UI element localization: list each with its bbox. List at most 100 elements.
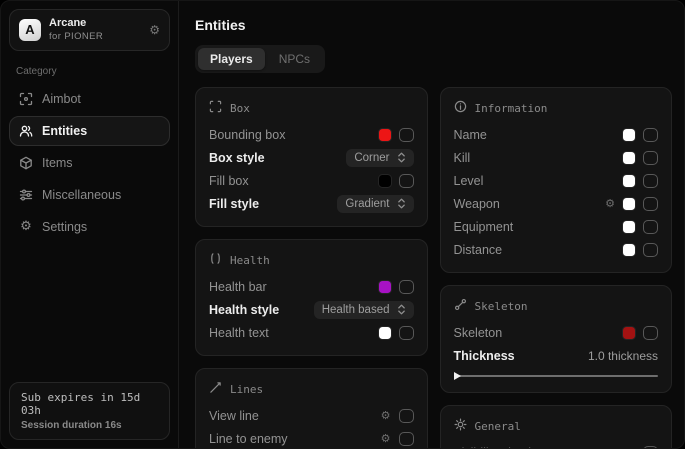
session-duration-text: Session duration 16s: [21, 420, 158, 431]
setting-row-level: Level: [454, 169, 659, 192]
setting-row-kill: Kill: [454, 146, 659, 169]
color-swatch[interactable]: [379, 327, 391, 339]
thickness-slider[interactable]: [454, 371, 659, 381]
color-swatch[interactable]: [379, 281, 391, 293]
setting-row-fill-box: Fill box: [209, 169, 414, 192]
color-swatch[interactable]: [379, 175, 391, 187]
checkbox[interactable]: [399, 128, 414, 142]
checkbox[interactable]: [399, 409, 414, 423]
setting-row-distance: Distance: [454, 238, 659, 261]
subscription-card: Sub expires in 15d 03h Session duration …: [9, 382, 170, 440]
health-style-dropdown[interactable]: Health based: [314, 301, 414, 319]
sidebar-spacer: [9, 242, 170, 382]
sidebar-item-items[interactable]: Items: [9, 148, 170, 178]
left-column: Box Bounding box Box style Corne: [195, 87, 428, 448]
box-style-dropdown[interactable]: Corner: [346, 149, 413, 167]
color-swatch[interactable]: [623, 244, 635, 256]
chevrons-up-down-icon: [397, 304, 406, 315]
corner-brackets-icon: [209, 100, 222, 116]
checkbox[interactable]: [643, 326, 658, 340]
entity-type-tabs: Players NPCs: [195, 45, 325, 73]
checkbox[interactable]: [643, 128, 658, 142]
sun-icon: [454, 418, 467, 434]
tab-players[interactable]: Players: [198, 48, 265, 70]
setting-row-health-bar: Health bar: [209, 275, 414, 298]
checkbox[interactable]: [643, 151, 658, 165]
sidebar-item-label: Miscellaneous: [42, 188, 121, 202]
sidebar-item-settings[interactable]: ⚙ Settings: [9, 212, 170, 242]
panel-skeleton-header: Skeleton: [454, 298, 659, 314]
setting-row-thickness: Thickness 1.0 thickness: [454, 344, 659, 367]
app-window: A Arcane for PIONER ⚙ Category Aimbot En…: [0, 0, 685, 449]
checkbox[interactable]: [643, 243, 658, 257]
color-swatch[interactable]: [379, 129, 391, 141]
gear-icon[interactable]: ⚙: [381, 433, 391, 444]
items-package-icon: [19, 156, 33, 170]
brand-subtitle: for PIONER: [49, 31, 103, 43]
setting-label: Name: [454, 128, 487, 142]
panel-lines-header: Lines: [209, 381, 414, 397]
checkbox[interactable]: [643, 174, 658, 188]
sidebar-item-miscellaneous[interactable]: Miscellaneous: [9, 180, 170, 210]
color-swatch[interactable]: [623, 129, 635, 141]
chevrons-up-down-icon: [397, 152, 406, 163]
thickness-value: 1.0 thickness: [588, 349, 658, 363]
checkbox[interactable]: [643, 446, 658, 449]
panel-health-header: Health: [209, 252, 414, 268]
sliders-icon: [19, 188, 33, 202]
info-circle-icon: [454, 100, 467, 116]
dropdown-value: Corner: [354, 152, 389, 164]
panel-lines: Lines View line ⚙ Line to enemy ⚙: [195, 368, 428, 448]
checkbox[interactable]: [399, 326, 414, 340]
sidebar-item-label: Settings: [42, 220, 87, 234]
color-swatch[interactable]: [623, 152, 635, 164]
setting-label: Kill: [454, 151, 471, 165]
checkbox[interactable]: [643, 197, 658, 211]
setting-row-health-style: Health style Health based: [209, 298, 414, 321]
right-column: Information Name Kill: [440, 87, 673, 448]
setting-label: Skeleton: [454, 326, 503, 340]
slider-track: [454, 375, 659, 377]
setting-label: Weapon: [454, 197, 500, 211]
sidebar-item-aimbot[interactable]: Aimbot: [9, 84, 170, 114]
sidebar-item-label: Entities: [42, 124, 87, 138]
setting-row-view-line: View line ⚙: [209, 404, 414, 427]
panel-title: Box: [230, 102, 250, 115]
panel-information: Information Name Kill: [440, 87, 673, 273]
brand-logo: A: [19, 19, 41, 41]
slider-thumb[interactable]: [454, 372, 461, 380]
setting-label: Health style: [209, 303, 279, 317]
setting-label: Health text: [209, 326, 269, 340]
setting-label: View line: [209, 409, 259, 423]
sidebar-item-label: Aimbot: [42, 92, 81, 106]
panel-box: Box Bounding box Box style Corne: [195, 87, 428, 227]
setting-label: Level: [454, 174, 484, 188]
setting-label: Equipment: [454, 220, 514, 234]
panel-title: Skeleton: [475, 300, 528, 313]
gear-icon[interactable]: ⚙: [381, 410, 391, 421]
setting-label: Bounding box: [209, 128, 285, 142]
checkbox[interactable]: [399, 432, 414, 446]
color-swatch[interactable]: [623, 221, 635, 233]
color-swatch[interactable]: [623, 327, 635, 339]
sidebar-item-entities[interactable]: Entities: [9, 116, 170, 146]
gear-icon[interactable]: ⚙: [149, 23, 160, 37]
chevrons-up-down-icon: [397, 198, 406, 209]
gear-icon[interactable]: ⚙: [605, 198, 615, 209]
setting-label: Fill box: [209, 174, 249, 188]
setting-row-health-text: Health text: [209, 321, 414, 344]
fill-style-dropdown[interactable]: Gradient: [337, 195, 413, 213]
setting-label: Distance: [454, 243, 503, 257]
gear-icon[interactable]: ⚙: [625, 447, 635, 448]
setting-row-bounding-box: Bounding box: [209, 123, 414, 146]
color-swatch[interactable]: [623, 198, 635, 210]
checkbox[interactable]: [643, 220, 658, 234]
checkbox[interactable]: [399, 280, 414, 294]
dropdown-value: Health based: [322, 304, 390, 316]
checkbox[interactable]: [399, 174, 414, 188]
tab-npcs[interactable]: NPCs: [267, 48, 322, 70]
setting-row-box-style: Box style Corner: [209, 146, 414, 169]
health-brackets-icon: [209, 252, 222, 268]
panel-title: General: [475, 420, 521, 433]
color-swatch[interactable]: [623, 175, 635, 187]
